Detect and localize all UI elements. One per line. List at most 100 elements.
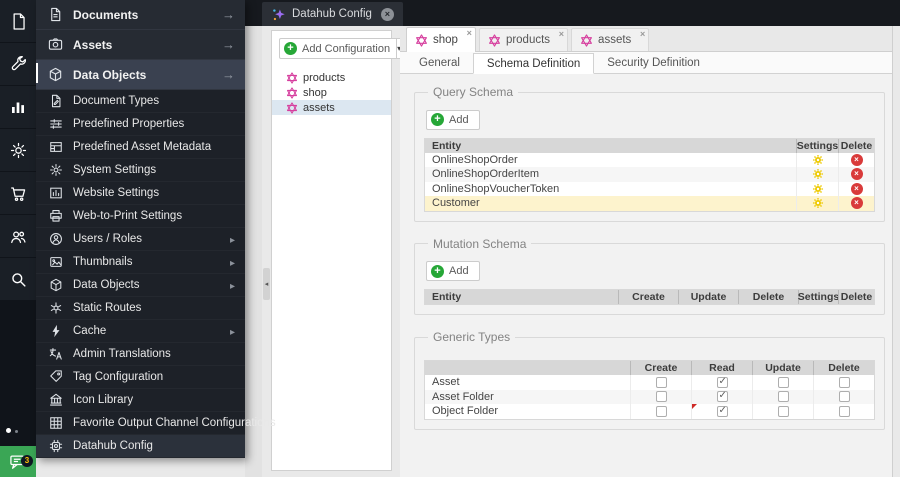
column-entity[interactable]: Entity — [425, 290, 618, 304]
table-row[interactable]: Customer — [425, 196, 874, 211]
column-update[interactable]: Update — [678, 290, 738, 304]
checkbox[interactable] — [838, 376, 850, 388]
close-icon[interactable] — [380, 7, 394, 21]
column-delete[interactable]: Delete — [838, 138, 874, 153]
menu-item-admin-translations[interactable]: Admin Translations — [36, 343, 245, 366]
tab-shop[interactable]: shop — [406, 27, 476, 52]
row-settings-cell — [796, 181, 838, 196]
checkbox[interactable] — [655, 391, 667, 403]
rail-documents-button[interactable] — [0, 0, 36, 42]
close-icon[interactable] — [559, 29, 564, 39]
configuration-editor-panel: shop products assets General Schema Defi… — [400, 26, 893, 477]
menu-item-tag-configuration[interactable]: Tag Configuration — [36, 366, 245, 389]
column-entity[interactable]: Entity — [425, 139, 796, 153]
column-delete[interactable]: Delete — [738, 290, 798, 304]
rail-reports-button[interactable] — [0, 86, 36, 128]
bank-icon — [49, 393, 63, 407]
column-update[interactable]: Update — [752, 361, 813, 375]
column-create[interactable]: Create — [630, 361, 691, 375]
rail-users-button[interactable] — [0, 215, 36, 257]
checkbox[interactable] — [655, 405, 667, 417]
column-settings[interactable]: Settings — [798, 290, 839, 304]
menu-item-icon-library[interactable]: Icon Library — [36, 389, 245, 412]
menu-item-data-objects[interactable]: Data Objects — [36, 274, 245, 297]
rail-ecommerce-button[interactable] — [0, 172, 36, 214]
subtab-security-definition[interactable]: Security Definition — [594, 52, 713, 73]
column-settings[interactable]: Settings — [796, 138, 838, 153]
menu-item-website-settings[interactable]: Website Settings — [36, 182, 245, 205]
close-icon[interactable] — [467, 28, 472, 38]
menu-item-predefined-asset-metadata[interactable]: Predefined Asset Metadata — [36, 136, 245, 159]
grid-icon — [49, 416, 63, 430]
icon-rail: 3 — [0, 0, 36, 477]
checkbox[interactable] — [777, 391, 789, 403]
delete-icon[interactable] — [850, 153, 863, 166]
subtab-schema-definition[interactable]: Schema Definition — [472, 53, 595, 74]
checkbox[interactable] — [716, 390, 728, 403]
table-row[interactable]: OnlineShopVoucherToken — [425, 181, 874, 196]
add-configuration-button[interactable]: Add Configuration — [279, 38, 398, 59]
datahub-config-window: Add Configuration products shop assets s… — [262, 26, 900, 477]
checkbox[interactable] — [655, 376, 667, 388]
collapse-tree-handle[interactable] — [263, 268, 270, 300]
settings-gear-icon[interactable] — [812, 183, 824, 195]
sliders-icon — [49, 117, 63, 131]
row-delete-cell — [838, 196, 874, 211]
menu-item-predefined-properties[interactable]: Predefined Properties — [36, 113, 245, 136]
tree-item-products[interactable]: products — [272, 70, 391, 85]
accordion-header-documents[interactable]: Documents — [36, 0, 245, 30]
rail-settings-button[interactable] — [0, 129, 36, 171]
checkbox[interactable] — [777, 376, 789, 388]
column-read[interactable]: Read — [691, 361, 752, 375]
delete-icon[interactable] — [850, 168, 863, 181]
menu-item-system-settings[interactable]: System Settings — [36, 159, 245, 182]
status-dot — [15, 430, 18, 433]
delete-icon[interactable] — [850, 182, 863, 195]
accordion-header-assets[interactable]: Assets — [36, 30, 245, 60]
menu-item-static-routes[interactable]: Static Routes — [36, 297, 245, 320]
menu-item-document-types[interactable]: Document Types — [36, 90, 245, 113]
menu-item-datahub-config[interactable]: Datahub Config — [36, 435, 245, 458]
delete-cell — [813, 404, 874, 419]
bar-chart-icon — [9, 98, 27, 116]
mutation-schema-add-button[interactable]: Add — [426, 261, 480, 281]
read-cell — [691, 404, 752, 419]
menu-item-users-roles[interactable]: Users / Roles — [36, 228, 245, 251]
menu-item-cache[interactable]: Cache — [36, 320, 245, 343]
query-schema-add-button[interactable]: Add — [426, 109, 480, 130]
table-row[interactable]: OnlineShopOrder — [425, 152, 874, 167]
delete-icon[interactable] — [850, 197, 863, 210]
menu-item-favorite-output-channel-configurations[interactable]: Favorite Output Channel Configurations — [36, 412, 276, 435]
tab-products[interactable]: products — [478, 28, 569, 51]
table-header: Create Read Update Delete — [425, 361, 874, 375]
tree-item-shop[interactable]: shop — [272, 85, 391, 100]
submenu-arrow-icon — [230, 276, 235, 294]
settings-gear-icon[interactable] — [812, 168, 824, 180]
rail-search-button[interactable] — [0, 258, 36, 300]
checkbox[interactable] — [838, 391, 850, 403]
update-cell — [752, 389, 813, 404]
create-cell — [630, 404, 691, 419]
table-row[interactable]: OnlineShopOrderItem — [425, 167, 874, 182]
column-create[interactable]: Create — [618, 290, 678, 304]
subtab-general[interactable]: General — [406, 52, 473, 73]
column-delete-action[interactable]: Delete — [838, 290, 874, 304]
tree-item-assets[interactable]: assets — [272, 100, 391, 115]
column-delete[interactable]: Delete — [813, 361, 874, 375]
chat-button[interactable]: 3 — [0, 446, 36, 477]
checkbox[interactable] — [716, 376, 728, 388]
checkbox[interactable] — [838, 405, 850, 417]
settings-gear-icon[interactable] — [812, 154, 824, 166]
datahub-config-window-tab[interactable]: Datahub Config — [262, 2, 403, 26]
tab-assets[interactable]: assets — [571, 28, 650, 51]
checkbox[interactable] — [716, 405, 728, 417]
accordion-header-data-objects[interactable]: Data Objects — [36, 60, 245, 90]
shopping-cart-icon — [9, 184, 28, 203]
checkbox[interactable] — [777, 405, 789, 417]
submenu-arrow-icon — [230, 322, 235, 340]
menu-item-thumbnails[interactable]: Thumbnails — [36, 251, 245, 274]
menu-item-web-to-print-settings[interactable]: Web-to-Print Settings — [36, 205, 245, 228]
close-icon[interactable] — [640, 29, 645, 39]
rail-tools-button[interactable] — [0, 43, 36, 85]
settings-gear-icon[interactable] — [812, 197, 824, 209]
